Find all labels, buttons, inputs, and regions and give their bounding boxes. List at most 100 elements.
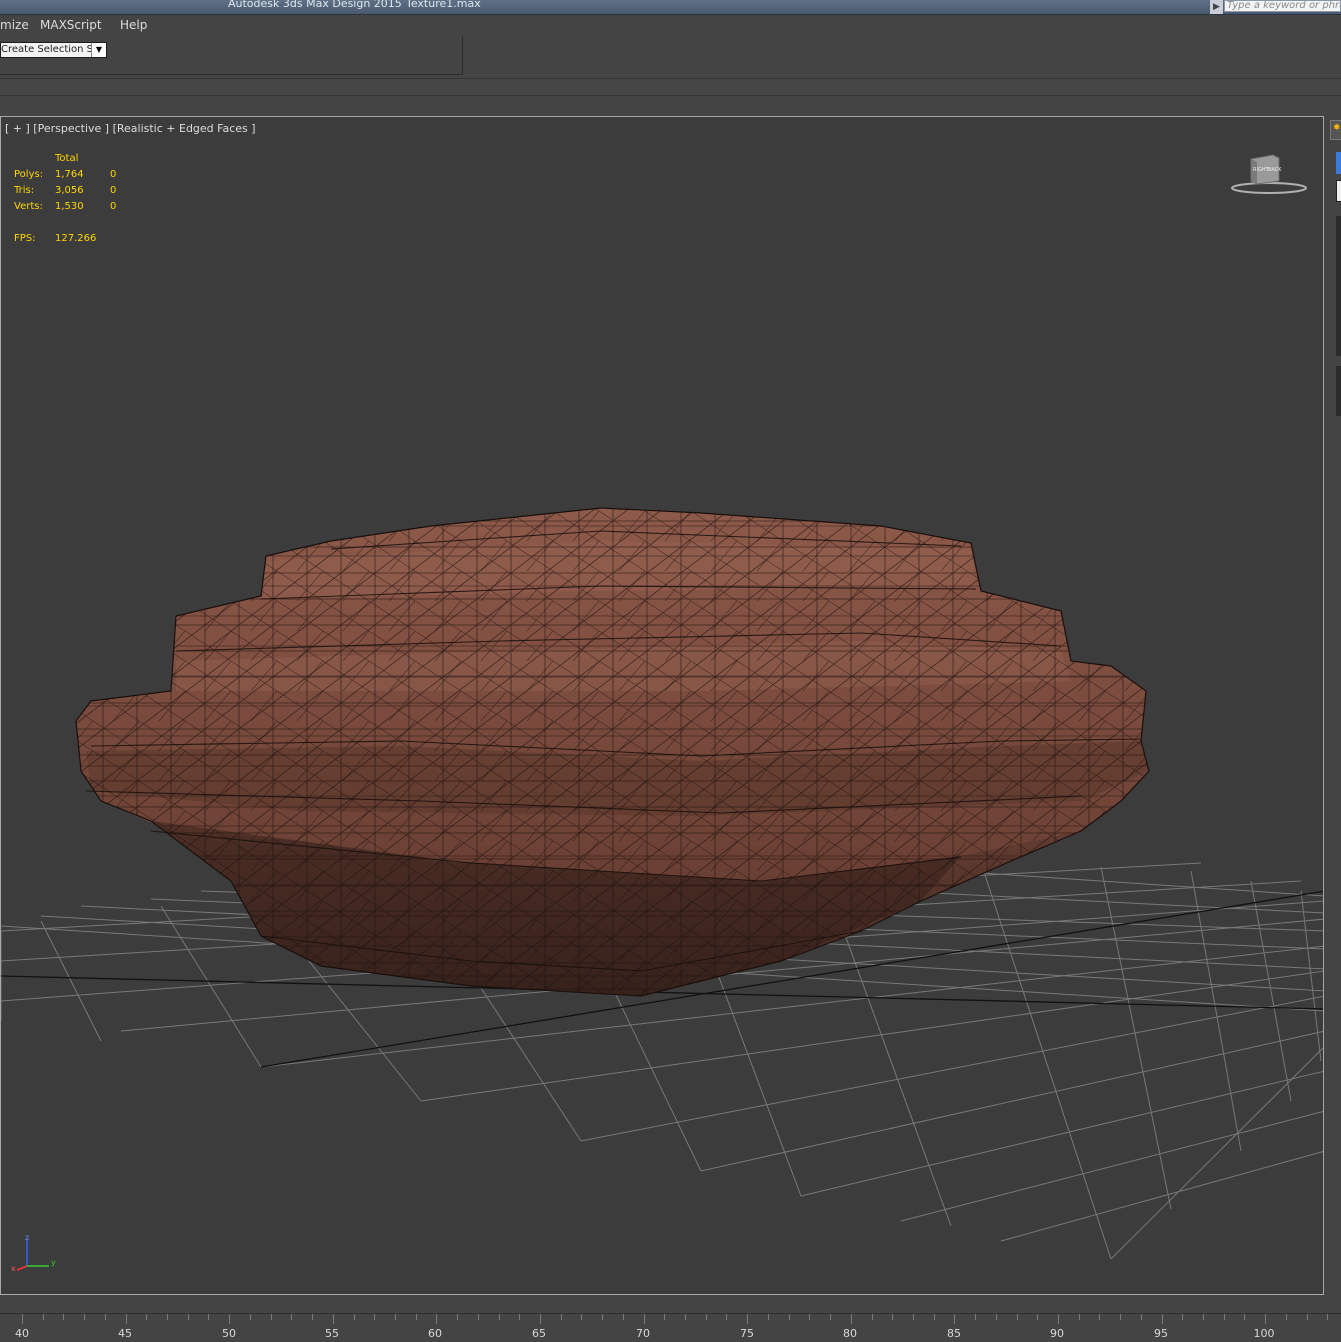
ruler-tick xyxy=(560,1314,562,1320)
ruler-tick xyxy=(685,1314,687,1320)
ruler-tick xyxy=(415,1314,417,1320)
ruler-tick xyxy=(63,1314,65,1320)
ruler-tick xyxy=(249,1314,251,1320)
ruler-tick xyxy=(1203,1314,1205,1320)
category-button[interactable] xyxy=(1336,152,1341,174)
viewport-scene xyxy=(1,507,1323,1260)
ruler-label: 90 xyxy=(1050,1327,1064,1340)
menu-bar: mize MAXScript Help xyxy=(0,15,1341,37)
ruler-tick xyxy=(1223,1314,1225,1320)
ruler-tick xyxy=(1161,1314,1163,1324)
ruler-tick xyxy=(975,1314,977,1320)
ruler-tick xyxy=(457,1314,459,1320)
ruler-label: 65 xyxy=(532,1327,546,1340)
ruler-tick xyxy=(1182,1314,1184,1320)
ruler-label: 70 xyxy=(636,1327,650,1340)
stats-tris-total: 3,056 xyxy=(55,185,84,196)
ruler-tick xyxy=(1265,1314,1267,1324)
selection-set-value: Create Selection Se xyxy=(1,44,93,55)
menu-customize[interactable]: mize xyxy=(0,18,29,32)
axis-tripod-icon: z y x xyxy=(11,1233,56,1272)
selection-set-dropdown[interactable]: Create Selection Se ▼ xyxy=(0,42,107,58)
axis-y-label: y xyxy=(51,1258,56,1267)
ruler-tick xyxy=(540,1314,541,1324)
ruler-tick xyxy=(912,1314,914,1320)
title-bar: Autodesk 3ds Max Design 2015 Texture1.ma… xyxy=(0,0,1341,15)
ruler-tick xyxy=(892,1314,894,1320)
stats-verts-label: Verts: xyxy=(14,201,43,212)
ruler-tick xyxy=(498,1314,500,1320)
viewcube-icon[interactable]: RIGHT BACK xyxy=(1229,153,1309,197)
ruler-tick xyxy=(1244,1314,1246,1320)
ruler-tick xyxy=(1306,1314,1308,1320)
ruler-label: 95 xyxy=(1154,1327,1168,1340)
axis-z-label: z xyxy=(25,1233,29,1242)
search-arrow-icon[interactable]: ▶ xyxy=(1210,0,1223,14)
main-toolbar: Create Selection Se ▼ xyxy=(0,36,1341,76)
ruler-tick xyxy=(125,1314,127,1324)
ruler-tick xyxy=(1016,1314,1018,1320)
ruler-tick xyxy=(995,1314,997,1320)
file-name: Texture1.max xyxy=(406,0,481,10)
ruler-tick xyxy=(788,1314,790,1320)
ruler-tick xyxy=(312,1314,314,1320)
timeline-ruler[interactable]: 40 45 50 55 60 65 70 75 80 85 90 95 100 xyxy=(0,1313,1341,1342)
stats-fps-value: 127.266 xyxy=(55,233,97,244)
ruler-tick xyxy=(933,1314,935,1320)
ruler-tick xyxy=(850,1314,852,1324)
ruler-tick xyxy=(726,1314,728,1320)
ruler-tick xyxy=(871,1314,873,1320)
ruler-tick xyxy=(394,1314,396,1320)
ruler-tick xyxy=(581,1314,583,1320)
rollout-panel xyxy=(1336,216,1341,356)
ribbon-strip xyxy=(0,78,1341,96)
stats-tris-label: Tris: xyxy=(14,185,35,196)
stats-tris-selected: 0 xyxy=(110,185,117,196)
ruler-tick xyxy=(436,1314,438,1324)
ruler-tick xyxy=(229,1314,231,1324)
stats-verts-total: 1,530 xyxy=(55,201,84,212)
perspective-viewport[interactable]: [ + ] [Perspective ] [Realistic + Edged … xyxy=(0,116,1324,1295)
ruler-tick xyxy=(477,1314,479,1320)
ruler-tick xyxy=(643,1314,645,1324)
menu-help[interactable]: Help xyxy=(120,18,147,32)
ruler-tick xyxy=(291,1314,293,1320)
axis-x-label: x xyxy=(11,1264,16,1272)
ruler-tick xyxy=(830,1314,832,1320)
ruler-label: 75 xyxy=(740,1327,754,1340)
ruler-tick xyxy=(1037,1314,1039,1320)
ruler-label: 50 xyxy=(222,1327,236,1340)
create-tab-icon[interactable]: ✸ xyxy=(1330,120,1341,140)
toolbar-panel: Create Selection Se ▼ xyxy=(0,36,463,75)
ruler-label: 60 xyxy=(428,1327,442,1340)
ruler-tick xyxy=(374,1314,376,1320)
ruler-tick xyxy=(664,1314,666,1320)
ruler-label: 80 xyxy=(843,1327,857,1340)
ruler-tick xyxy=(146,1314,148,1320)
ruler-tick xyxy=(747,1314,749,1324)
ruler-tick xyxy=(602,1314,604,1320)
ruler-tick xyxy=(332,1314,334,1324)
ruler-label: 40 xyxy=(15,1327,29,1340)
rollout-panel-2 xyxy=(1336,366,1341,416)
chevron-down-icon[interactable]: ▼ xyxy=(91,43,106,57)
search-input[interactable]: Type a keyword or phrase xyxy=(1224,0,1341,12)
ruler-tick xyxy=(809,1314,811,1320)
stats-polys-total: 1,764 xyxy=(55,169,84,180)
rock-mesh xyxy=(75,507,1150,997)
ruler-tick xyxy=(104,1314,106,1320)
ruler-tick xyxy=(1078,1314,1080,1320)
stats-polys-selected: 0 xyxy=(110,169,117,180)
ruler-tick xyxy=(42,1314,44,1320)
ruler-tick xyxy=(353,1314,355,1320)
app-title: Autodesk 3ds Max Design 2015 xyxy=(228,0,402,10)
ruler-tick xyxy=(767,1314,769,1320)
ruler-tick xyxy=(1120,1314,1122,1320)
ruler-label: 100 xyxy=(1253,1327,1275,1340)
menu-maxscript[interactable]: MAXScript xyxy=(40,18,102,32)
object-type-field[interactable] xyxy=(1336,180,1341,202)
viewport-label[interactable]: [ + ] [Perspective ] [Realistic + Edged … xyxy=(5,122,256,135)
ruler-tick xyxy=(1285,1314,1287,1320)
ruler-tick xyxy=(705,1314,707,1320)
ruler-tick xyxy=(1140,1314,1142,1320)
